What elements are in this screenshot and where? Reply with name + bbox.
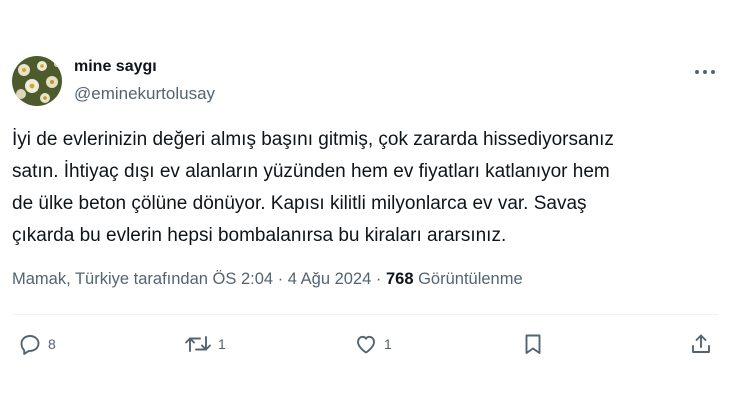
tweet-text: İyi de evlerinizin değeri almış başını g… — [12, 124, 712, 252]
views-count: 768 — [385, 270, 414, 288]
bookmark-button[interactable] — [521, 330, 545, 358]
share-icon — [692, 334, 710, 353]
views-label: Görüntülenme — [418, 270, 523, 288]
reply-icon — [20, 335, 40, 355]
separator: · — [375, 270, 382, 288]
reply-count: 8 — [48, 336, 56, 352]
bookmark-icon — [525, 334, 541, 354]
date[interactable]: 4 Ağu 2024 — [288, 270, 372, 288]
tweet-text-line: satın. İhtiyaç dışı ev alanların yüzünde… — [12, 161, 610, 182]
reply-button[interactable]: 8 — [18, 330, 56, 358]
heart-icon — [357, 335, 375, 354]
avatar[interactable] — [12, 56, 62, 106]
author-handle[interactable]: @eminekurtolusay — [74, 84, 215, 104]
retweet-icon — [185, 336, 211, 352]
retweet-button[interactable]: 1 — [184, 330, 226, 358]
author-display-name[interactable]: mine saygı — [74, 58, 157, 76]
separator: · — [277, 270, 284, 288]
tweet-text-line: de ülke beton çölüne dönüyor. Kapısı kil… — [12, 193, 587, 214]
tweet-meta: Mamak, Türkiye tarafından ÖS 2:04 · 4 Ağ… — [12, 270, 523, 289]
location: Mamak, Türkiye tarafından — [12, 270, 208, 288]
like-count: 1 — [384, 336, 392, 352]
retweet-count: 1 — [218, 336, 226, 352]
avatar-image — [12, 56, 62, 106]
tweet-text-line: İyi de evlerinizin değeri almış başını g… — [12, 129, 614, 150]
more-icon[interactable] — [690, 60, 720, 84]
like-button[interactable]: 1 — [354, 330, 392, 358]
tweet-text-line: çıkarda bu evlerin hepsi bombalanırsa bu… — [12, 225, 507, 246]
share-button[interactable] — [689, 330, 713, 358]
divider — [12, 314, 718, 315]
timestamp[interactable]: ÖS 2:04 — [213, 270, 274, 288]
